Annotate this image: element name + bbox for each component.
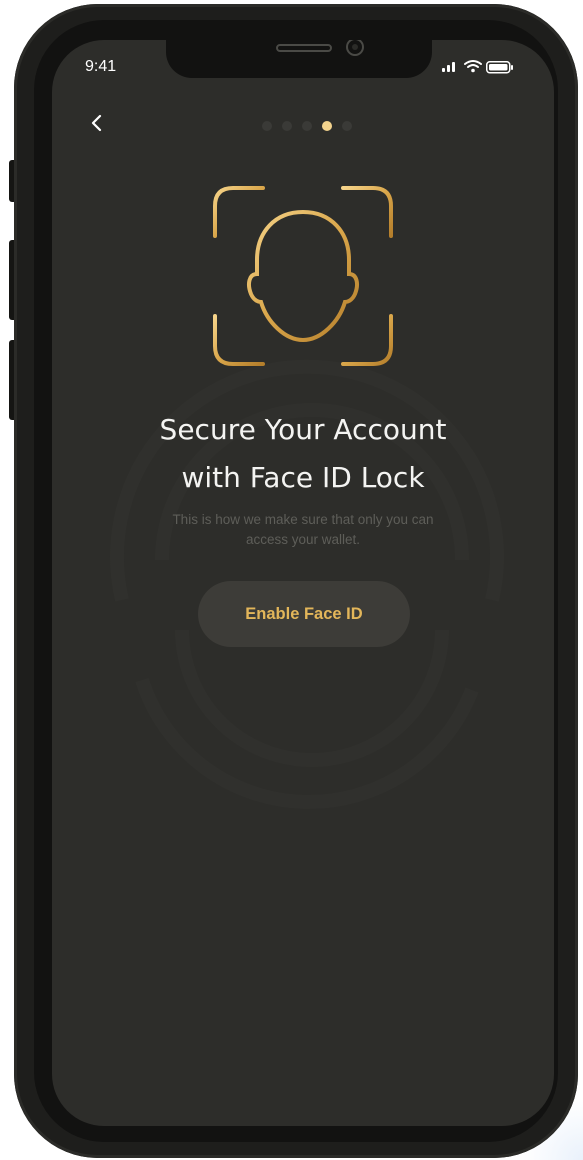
notch — [166, 40, 432, 78]
page-subtitle-line2: access your wallet. — [245, 532, 361, 547]
wifi-icon — [464, 58, 482, 77]
chevron-left-icon — [91, 114, 102, 132]
face-id-icon — [213, 186, 393, 366]
device-mockup: 9:41 Secure Your Account with Face ID Lo… — [0, 0, 583, 1160]
signal-icon — [442, 58, 460, 77]
page-title-line1: Secure Your Account — [159, 413, 447, 446]
front-camera — [346, 40, 364, 56]
page-title-line2: with Face ID Lock — [181, 461, 425, 494]
page-dot-active — [322, 121, 332, 131]
face-id-setup-screen: 9:41 Secure Your Account with Face ID Lo… — [52, 40, 554, 1126]
enable-face-id-button[interactable]: Enable Face ID — [198, 581, 410, 647]
status-icons — [442, 58, 522, 74]
page-dot — [262, 121, 272, 131]
page-subtitle-line1: This is how we make sure that only you c… — [172, 512, 434, 527]
page-dot — [342, 121, 352, 131]
earpiece-speaker — [276, 44, 332, 52]
back-button[interactable] — [86, 112, 108, 134]
page-dot — [302, 121, 312, 131]
page-dot — [282, 121, 292, 131]
status-time: 9:41 — [85, 58, 117, 75]
page-indicator — [262, 121, 362, 133]
battery-icon — [486, 59, 514, 78]
